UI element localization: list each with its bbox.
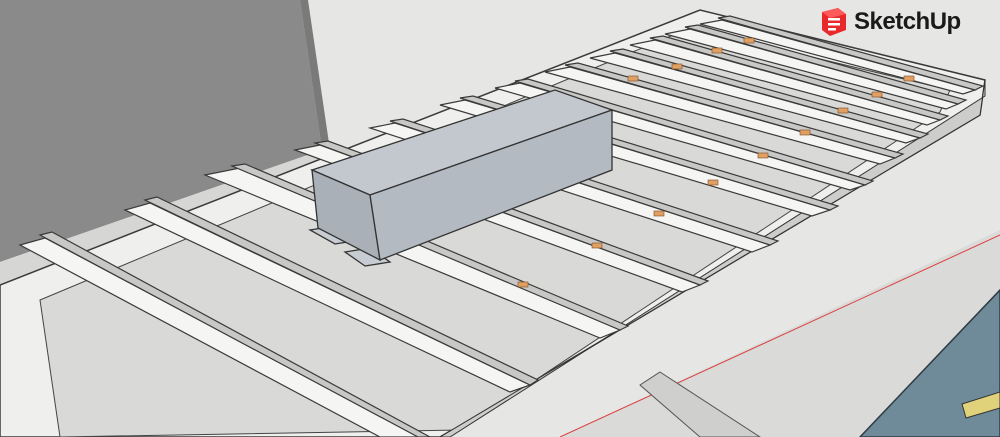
- clip: [591, 242, 603, 249]
- sketchup-logo-icon: [822, 8, 846, 36]
- brand-name: SketchUp: [854, 8, 961, 35]
- clip: [903, 75, 915, 82]
- sketchup-viewport[interactable]: SketchUp: [0, 0, 1000, 437]
- clip: [627, 75, 639, 82]
- clip: [711, 47, 723, 54]
- 3d-model-canvas[interactable]: [0, 0, 1000, 437]
- clip: [671, 63, 683, 70]
- clip: [517, 281, 529, 288]
- clip: [743, 37, 755, 44]
- clip: [871, 91, 883, 98]
- clip: [837, 107, 849, 114]
- clip: [757, 152, 769, 159]
- sketchup-brand: SketchUp: [818, 4, 961, 40]
- clip: [707, 179, 719, 186]
- clip: [653, 210, 665, 217]
- clip: [799, 129, 811, 136]
